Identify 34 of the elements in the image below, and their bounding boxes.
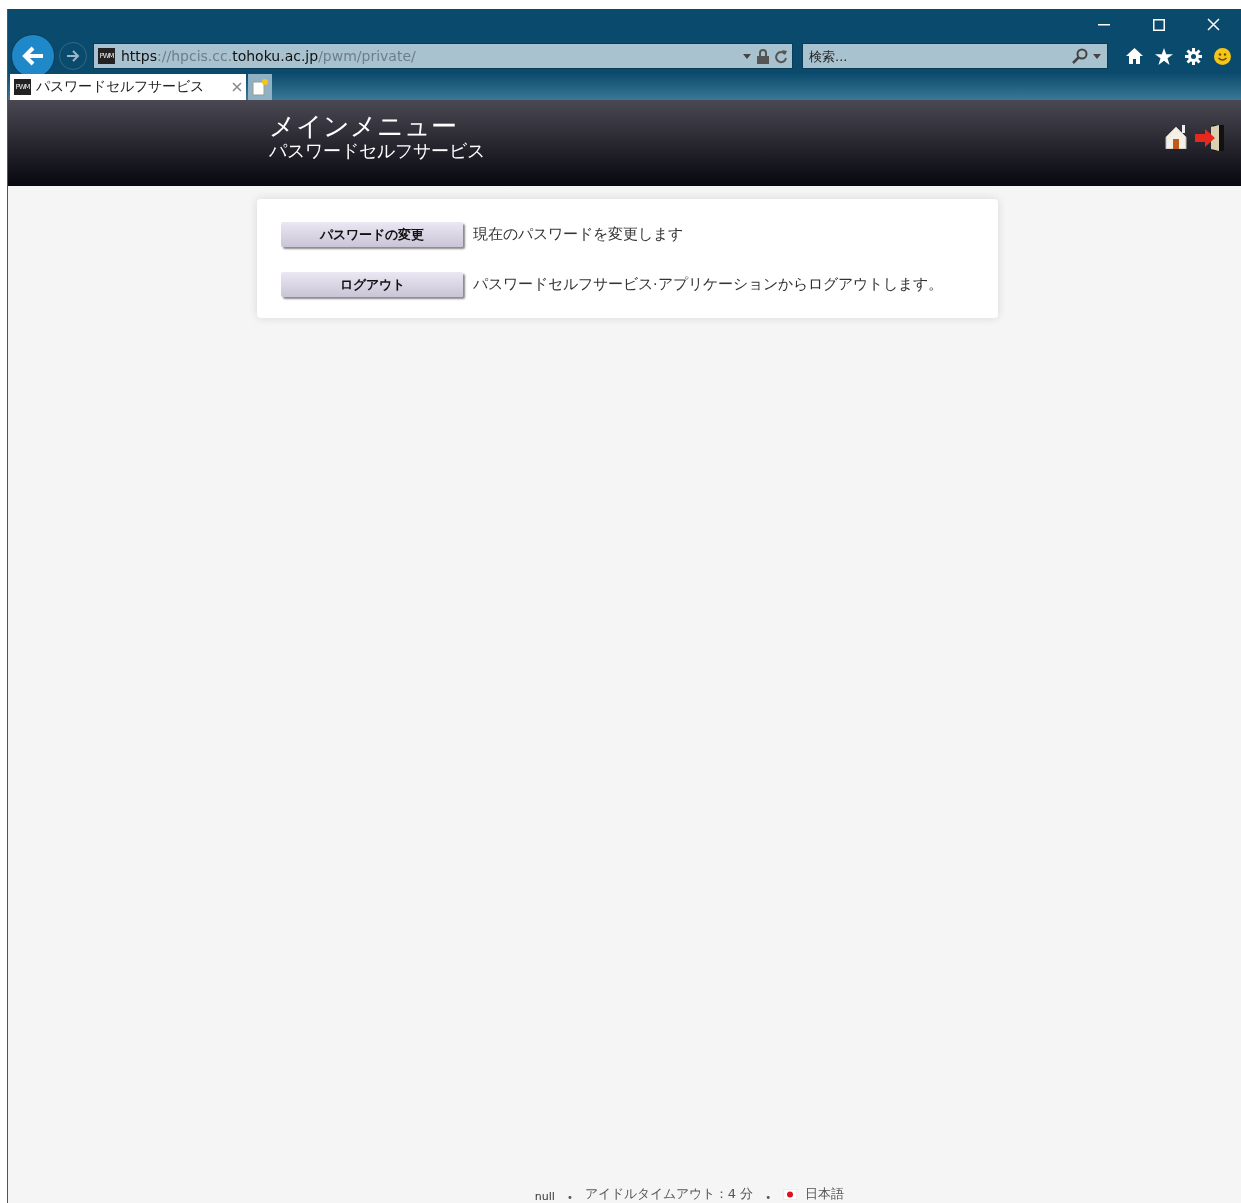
close-icon[interactable] bbox=[1207, 18, 1220, 31]
star-icon[interactable] bbox=[1155, 47, 1173, 65]
menu-button[interactable]: パスワードの変更 bbox=[281, 222, 463, 247]
minimize-icon[interactable] bbox=[1097, 23, 1110, 26]
page-subtitle: パスワードセルフサービス bbox=[269, 140, 486, 162]
menu-button[interactable]: ログアウト bbox=[281, 272, 463, 297]
lock-icon bbox=[757, 48, 769, 64]
footer-separator: • bbox=[765, 1192, 772, 1203]
flag-icon bbox=[783, 1188, 798, 1200]
search-icon[interactable] bbox=[1072, 48, 1088, 64]
page-title: メインメニュー bbox=[269, 112, 458, 140]
menu-description: 現在のパスワードを変更します bbox=[473, 225, 683, 244]
home-icon[interactable] bbox=[1126, 48, 1143, 64]
dropdown-icon[interactable] bbox=[743, 53, 751, 59]
language-link[interactable]: 日本語 bbox=[805, 1185, 845, 1203]
search-field[interactable]: 検索... bbox=[802, 43, 1108, 69]
settings-icon[interactable] bbox=[1185, 47, 1202, 65]
close-tab-icon[interactable] bbox=[232, 82, 242, 92]
footer-text: null bbox=[534, 1190, 555, 1203]
home-icon[interactable] bbox=[1165, 125, 1187, 149]
footer-separator: • bbox=[566, 1192, 573, 1203]
maximize-icon[interactable] bbox=[1152, 18, 1165, 31]
menu-description: パスワードセルフサービス·アプリケーションからログアウトします。 bbox=[473, 275, 943, 294]
refresh-icon[interactable] bbox=[774, 48, 788, 64]
smiley-icon[interactable] bbox=[1214, 47, 1231, 65]
back-arrow-icon bbox=[21, 45, 45, 67]
new-tab-icon bbox=[252, 78, 268, 96]
forward-arrow-icon bbox=[66, 50, 80, 62]
url-text: https://hpcis.cc.tohoku.ac.jp/pwm/private/ bbox=[121, 48, 417, 64]
search-input[interactable]: 検索... bbox=[809, 48, 1072, 64]
new-tab-button[interactable] bbox=[248, 74, 272, 100]
exit-door-icon[interactable] bbox=[1195, 125, 1225, 151]
dropdown-icon[interactable] bbox=[1093, 53, 1101, 59]
footer-text: アイドルタイムアウト：4 分 bbox=[584, 1185, 754, 1203]
